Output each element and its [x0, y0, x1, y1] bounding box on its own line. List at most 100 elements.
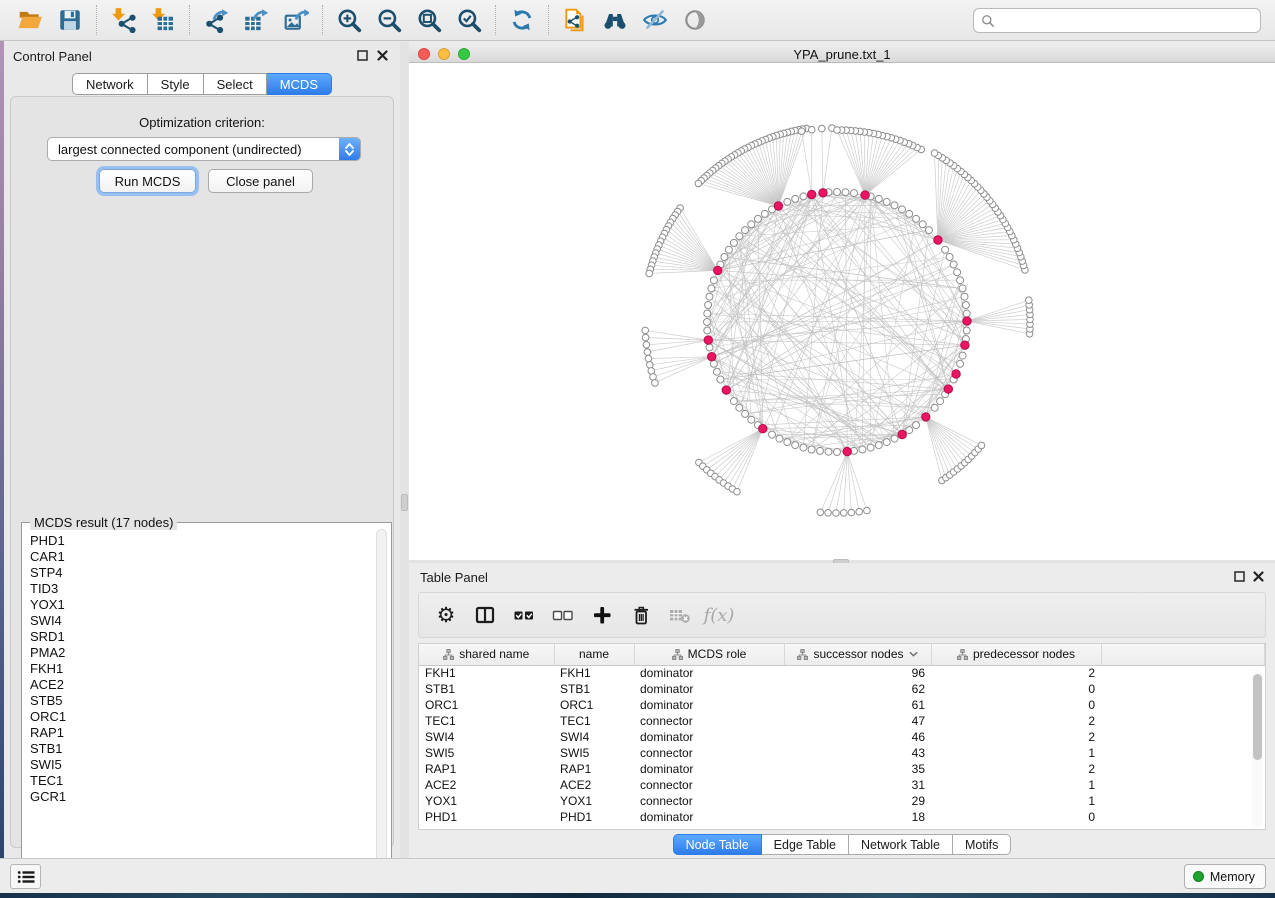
graph-node[interactable]	[851, 190, 858, 197]
table-scrollbar[interactable]	[1252, 670, 1263, 827]
export-image-button[interactable]	[276, 3, 316, 37]
tab-style[interactable]: Style	[148, 73, 204, 95]
graph-node[interactable]	[710, 277, 717, 284]
graph-node[interactable]	[883, 439, 890, 446]
table-row[interactable]: ACE2ACE2connector311	[419, 777, 1265, 793]
graph-node[interactable]	[875, 195, 882, 202]
zoom-in-button[interactable]	[329, 3, 369, 37]
graph-leaf-node[interactable]	[643, 342, 650, 349]
graph-node[interactable]	[708, 285, 715, 292]
result-item[interactable]: STP4	[30, 565, 378, 581]
result-item[interactable]: YOX1	[30, 597, 378, 613]
mcds-node[interactable]	[819, 189, 827, 197]
close-panel-icon[interactable]	[377, 50, 388, 61]
mcds-node[interactable]	[843, 447, 851, 455]
close-panel-button[interactable]: Close panel	[208, 169, 313, 193]
mcds-node[interactable]	[934, 236, 942, 244]
graph-node[interactable]	[891, 202, 898, 209]
graph-node[interactable]	[963, 310, 970, 317]
table-row[interactable]: SWI5SWI5connector431	[419, 745, 1265, 761]
graph-leaf-node[interactable]	[808, 126, 815, 133]
graph-node[interactable]	[817, 447, 824, 454]
graph-node[interactable]	[792, 442, 799, 449]
graph-node[interactable]	[957, 277, 964, 284]
graph-node[interactable]	[906, 427, 913, 434]
graph-node[interactable]	[937, 398, 944, 405]
graph-leaf-node[interactable]	[695, 180, 702, 187]
graph-node[interactable]	[742, 227, 749, 234]
result-item[interactable]: ORC1	[30, 709, 378, 725]
import-table-button[interactable]	[143, 3, 183, 37]
tab-node-table[interactable]: Node Table	[673, 834, 762, 855]
vertical-splitter-handle[interactable]	[401, 494, 408, 511]
mcds-node[interactable]	[722, 386, 730, 394]
graph-node[interactable]	[963, 327, 970, 334]
graph-node[interactable]	[717, 376, 724, 383]
graph-node[interactable]	[867, 444, 874, 451]
graph-node[interactable]	[931, 404, 938, 411]
table-row[interactable]: PHD1PHD1dominator180	[419, 809, 1265, 825]
mcds-node[interactable]	[961, 341, 969, 349]
graph-node[interactable]	[959, 285, 966, 292]
graph-leaf-node[interactable]	[734, 488, 741, 495]
graph-node[interactable]	[713, 368, 720, 375]
graph-node[interactable]	[706, 344, 713, 351]
new-network-from-selection-button[interactable]	[555, 3, 595, 37]
graph-node[interactable]	[925, 227, 932, 234]
result-item[interactable]: PMA2	[30, 645, 378, 661]
graph-node[interactable]	[730, 239, 737, 246]
graph-node[interactable]	[704, 310, 711, 317]
table-row[interactable]: ORC1ORC1dominator610	[419, 697, 1265, 713]
graph-node[interactable]	[742, 410, 749, 417]
optimization-criterion-dropdown[interactable]: largest connected component (undirected)	[47, 137, 361, 161]
result-item[interactable]: STB5	[30, 693, 378, 709]
graph-node[interactable]	[721, 254, 728, 261]
result-item[interactable]: SRD1	[30, 629, 378, 645]
mcds-node[interactable]	[759, 425, 767, 433]
graph-leaf-node[interactable]	[825, 510, 832, 517]
graph-node[interactable]	[808, 446, 815, 453]
graph-node[interactable]	[950, 261, 957, 268]
graph-node[interactable]	[761, 210, 768, 217]
graph-node[interactable]	[954, 269, 961, 276]
column-header-shared-name[interactable]: shared name	[419, 644, 554, 665]
result-item[interactable]: SWI4	[30, 613, 378, 629]
select-all-button[interactable]	[509, 599, 539, 631]
graph-node[interactable]	[842, 189, 849, 196]
table-row[interactable]: YOX1YOX1connector291	[419, 793, 1265, 809]
graph-leaf-node[interactable]	[978, 442, 985, 449]
table-row[interactable]: RAP1RAP1dominator352	[419, 761, 1265, 777]
result-item[interactable]: FKH1	[30, 661, 378, 677]
graph-node[interactable]	[961, 293, 968, 300]
memory-button[interactable]: Memory	[1184, 864, 1266, 889]
result-item[interactable]: SWI5	[30, 757, 378, 773]
mcds-node[interactable]	[774, 202, 782, 210]
graph-leaf-node[interactable]	[642, 334, 649, 341]
graph-node[interactable]	[748, 416, 755, 423]
graph-node[interactable]	[800, 193, 807, 200]
mcds-node[interactable]	[952, 370, 960, 378]
mcds-node[interactable]	[922, 413, 930, 421]
graph-node[interactable]	[769, 431, 776, 438]
network-graph[interactable]	[409, 63, 1275, 560]
delete-button[interactable]	[626, 599, 656, 631]
network-window-titlebar[interactable]: YPA_prune.txt_1	[409, 44, 1275, 63]
graph-node[interactable]	[748, 221, 755, 228]
mcds-node[interactable]	[898, 430, 906, 438]
graph-leaf-node[interactable]	[644, 349, 651, 356]
graph-node[interactable]	[736, 233, 743, 240]
zoom-selected-button[interactable]	[449, 3, 489, 37]
graph-node[interactable]	[825, 448, 832, 455]
graph-leaf-node[interactable]	[856, 508, 863, 515]
table-close-panel-icon[interactable]	[1253, 571, 1264, 582]
tab-edge-table[interactable]: Edge Table	[762, 834, 849, 855]
graph-node[interactable]	[875, 442, 882, 449]
tab-mcds[interactable]: MCDS	[267, 73, 332, 95]
result-item[interactable]: RAP1	[30, 725, 378, 741]
graph-node[interactable]	[706, 293, 713, 300]
column-header-name[interactable]: name	[554, 644, 634, 665]
tab-select[interactable]: Select	[204, 73, 267, 95]
graph-leaf-node[interactable]	[798, 128, 805, 135]
table-row[interactable]: FKH1FKH1dominator962	[419, 665, 1265, 681]
graph-leaf-node[interactable]	[819, 125, 826, 132]
